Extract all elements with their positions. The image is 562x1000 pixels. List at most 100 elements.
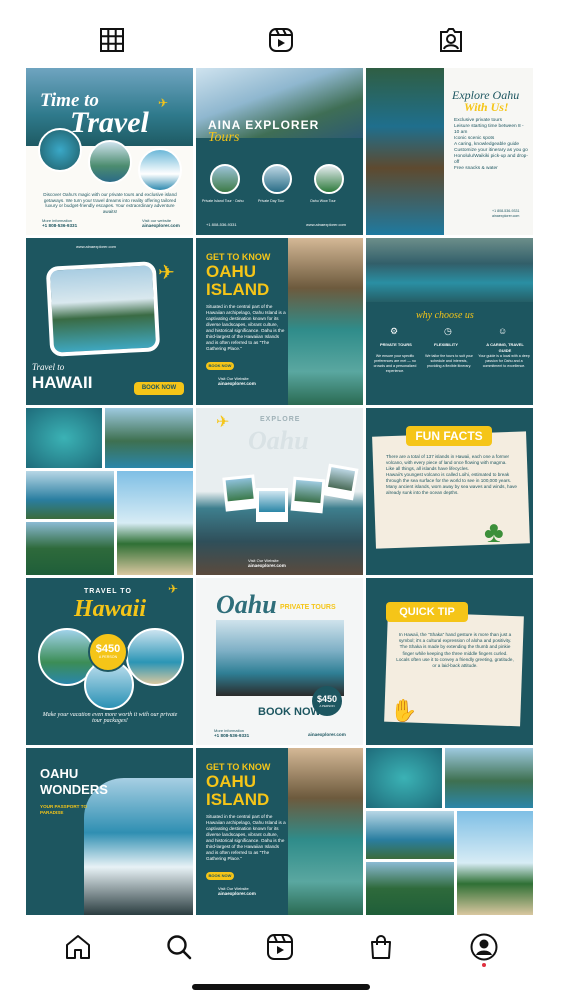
price: $450: [95, 643, 121, 655]
shop-button[interactable]: [366, 932, 396, 962]
post-title: HAWAII: [32, 373, 93, 392]
website: ainaexplorer.com: [142, 223, 180, 228]
shop-icon: [371, 935, 391, 959]
book-now-button[interactable]: BOOK NOW: [258, 706, 321, 718]
post-title: OAHU: [40, 766, 79, 781]
oahu-coast-photo: [288, 748, 363, 915]
list-item: Hawaii's youngest volcano is called Loih…: [386, 472, 512, 483]
polaroid-photo: [222, 474, 258, 512]
reels-button[interactable]: [265, 932, 295, 962]
post-title: ISLAND: [206, 280, 270, 299]
book-now-button[interactable]: BOOK NOW: [206, 872, 234, 880]
price: $450: [316, 694, 338, 704]
shore-photo: [216, 620, 344, 696]
list-item: Many ancient islands, worn away by sea w…: [386, 484, 517, 495]
palms-photo: [117, 471, 193, 575]
post-photo-collage-2[interactable]: [366, 748, 533, 915]
book-now-button[interactable]: BOOK NOW: [134, 382, 184, 395]
reels-icon: [269, 28, 293, 52]
price-unit: A PERSON: [98, 655, 118, 659]
cliffs-photo: [445, 748, 533, 808]
bay-photo: [366, 238, 533, 302]
post-body: In Hawaii, the "Shaka" hand gesture is m…: [396, 632, 514, 669]
reels-icon: [267, 934, 293, 960]
feature-text: We tailor the tours to suit your schedul…: [425, 354, 473, 368]
website: ainaexplorer.com: [218, 381, 256, 386]
post-oahu-private-tours[interactable]: Oahu PRIVATE TOURS $450 A PERSON BOOK NO…: [196, 578, 363, 745]
tagged-icon: [440, 28, 462, 52]
tour-caption: Private Island Tour · Oahu: [202, 199, 244, 203]
price-badge: $450 A PERSON: [88, 632, 128, 672]
profile-tabs: [0, 0, 562, 64]
post-travel-to-hawaii-price[interactable]: TRAVEL TO Hawaii ✈ $450 A PERSON Make yo…: [26, 578, 193, 745]
post-explore-oahu-with-us[interactable]: Explore Oahu With Us! Exclusive private …: [366, 68, 533, 235]
feature-heading: FLEXIBILITY: [434, 342, 458, 347]
post-time-to-travel[interactable]: Time to Travel ✈ Discover Oahu's magic w…: [26, 68, 193, 235]
island-photo: [366, 811, 454, 859]
palms-photo: [457, 811, 533, 915]
grid-tab[interactable]: [98, 26, 126, 54]
search-icon: [167, 935, 192, 960]
turtle-photo: [26, 408, 102, 468]
valley-photo: [26, 522, 114, 575]
polaroid-photo: [323, 463, 359, 501]
post-title: ISLAND: [206, 790, 270, 809]
website: ainaexplorer.com: [218, 891, 256, 896]
post-title: WONDERS: [40, 782, 108, 797]
post-title: Oahu: [248, 426, 309, 455]
surf-photo: [138, 148, 182, 192]
tour-caption: Oahu Wow Tour: [310, 199, 336, 203]
post-title: EXPLORE: [260, 416, 301, 423]
post-body: Discover Oahu's magic with our private t…: [43, 192, 177, 214]
blowhole-photo: [84, 778, 193, 915]
post-title: GET TO KNOW: [206, 762, 271, 772]
home-button[interactable]: [63, 932, 93, 962]
reels-tab[interactable]: [267, 26, 295, 54]
polaroid-photo: [256, 488, 288, 522]
website: ainaexplorer.com: [248, 563, 286, 568]
beach-photo: [126, 628, 184, 686]
list-item: Free snacks & water: [454, 166, 498, 171]
search-button[interactable]: [164, 932, 194, 962]
book-now-button[interactable]: BOOK NOW: [206, 362, 234, 370]
valley-photo: [366, 862, 454, 915]
website: www.ainaexplorer.com: [306, 222, 347, 227]
profile-icon: [470, 933, 498, 961]
airplane-icon: ✈: [158, 96, 169, 110]
post-title: Oahu: [216, 590, 277, 619]
tour-photo: [262, 164, 292, 194]
beach-photo: [45, 261, 161, 357]
tour-photo: [314, 164, 344, 194]
post-aina-explorer-tours[interactable]: AINA EXPLORER Tours Private Island Tour …: [196, 68, 363, 235]
post-photo-collage[interactable]: [26, 408, 193, 575]
post-quick-tip[interactable]: QUICK TIP In Hawaii, the "Shaka" hand ge…: [366, 578, 533, 745]
post-why-choose-us[interactable]: why choose us ⚙ ◷ ☺ PRIVATE TOURS FLEXIB…: [366, 238, 533, 405]
post-get-to-know-oahu[interactable]: GET TO KNOW OAHU ISLAND Situated in the …: [196, 238, 363, 405]
post-title: Travel: [70, 106, 149, 139]
post-get-to-know-oahu-2[interactable]: GET TO KNOW OAHU ISLAND Situated in the …: [196, 748, 363, 915]
post-oahu-wonders[interactable]: OAHU WONDERS YOUR PASSPORT TO PARADISE: [26, 748, 193, 915]
phone-number: +1 808-536-9331: [42, 223, 78, 228]
post-title: OAHU: [206, 262, 257, 281]
profile-button[interactable]: [469, 932, 499, 962]
list-item: Leisure starting time between 8 - 10 am: [454, 124, 524, 135]
tagged-tab[interactable]: [437, 26, 465, 54]
post-title: QUICK TIP: [386, 602, 468, 622]
airplane-icon: ✈: [168, 582, 179, 596]
feature-text: We ensure your specific preferences are …: [373, 354, 417, 373]
post-subtitle: With Us!: [464, 100, 509, 114]
post-travel-to-hawaii[interactable]: www.ainaexplorer.com ✈ Travel to HAWAII …: [26, 238, 193, 405]
grid-icon: [100, 28, 124, 52]
post-subtitle: PARADISE: [40, 810, 64, 815]
list-item: Honolulu/Waikiki pick-up and drop-off: [454, 154, 528, 165]
post-fun-facts[interactable]: FUN FACTS There are a total of 137 islan…: [366, 408, 533, 575]
post-title: TRAVEL TO: [84, 588, 132, 595]
website: www.ainaexplorer.com: [76, 244, 117, 249]
post-explore-oahu[interactable]: EXPLORE Oahu ✈ Visit Our Website ainaexp…: [196, 408, 363, 575]
facts-list: There are a total of 137 islands in Hawa…: [386, 454, 522, 496]
post-title: Travel to: [32, 362, 65, 372]
post-subtitle: PRIVATE TOURS: [280, 604, 336, 611]
turtle-photo: [366, 748, 442, 808]
airplane-icon: ✈: [158, 262, 175, 284]
polaroid-photo: [290, 476, 326, 514]
